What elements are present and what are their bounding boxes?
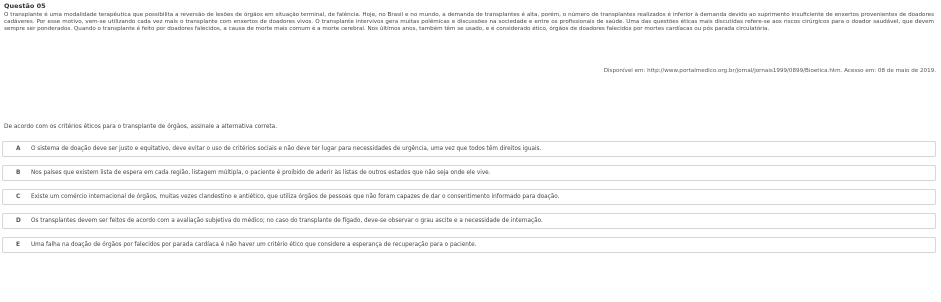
source-citation: Disponível em: http://www.portalmedico.o… [603, 68, 936, 74]
alternative-d[interactable]: D Os transplantes devem ser feitos de ac… [2, 213, 936, 229]
alternative-text: Uma falha na doação de órgãos por faleci… [31, 242, 477, 248]
alternative-e[interactable]: E Uma falha na doação de órgãos por fale… [2, 237, 936, 253]
alternative-a[interactable]: A O sistema de doação deve ser justo e e… [2, 141, 936, 157]
alternative-c[interactable]: C Existe um comércio internacional de ór… [2, 189, 936, 205]
question-title: Questão 05 [4, 2, 46, 10]
alternative-letter: C [16, 194, 21, 200]
alternative-text: Existe um comércio internacional de órgã… [31, 194, 560, 200]
alternative-letter: D [16, 218, 21, 224]
alternative-text: O sistema de doação deve ser justo e equ… [31, 146, 542, 152]
alternative-text: Os transplantes devem ser feitos de acor… [31, 218, 543, 224]
alternative-letter: B [16, 170, 21, 176]
question-prompt: De acordo com os critérios éticos para o… [4, 124, 278, 130]
alternative-text: Nos países que existem lista de espera e… [31, 170, 491, 176]
alternative-b[interactable]: B Nos países que existem lista de espera… [2, 165, 936, 181]
question-passage: O transplante é uma modalidade terapêuti… [4, 12, 934, 32]
alternative-letter: A [16, 146, 21, 152]
alternative-letter: E [16, 242, 20, 248]
